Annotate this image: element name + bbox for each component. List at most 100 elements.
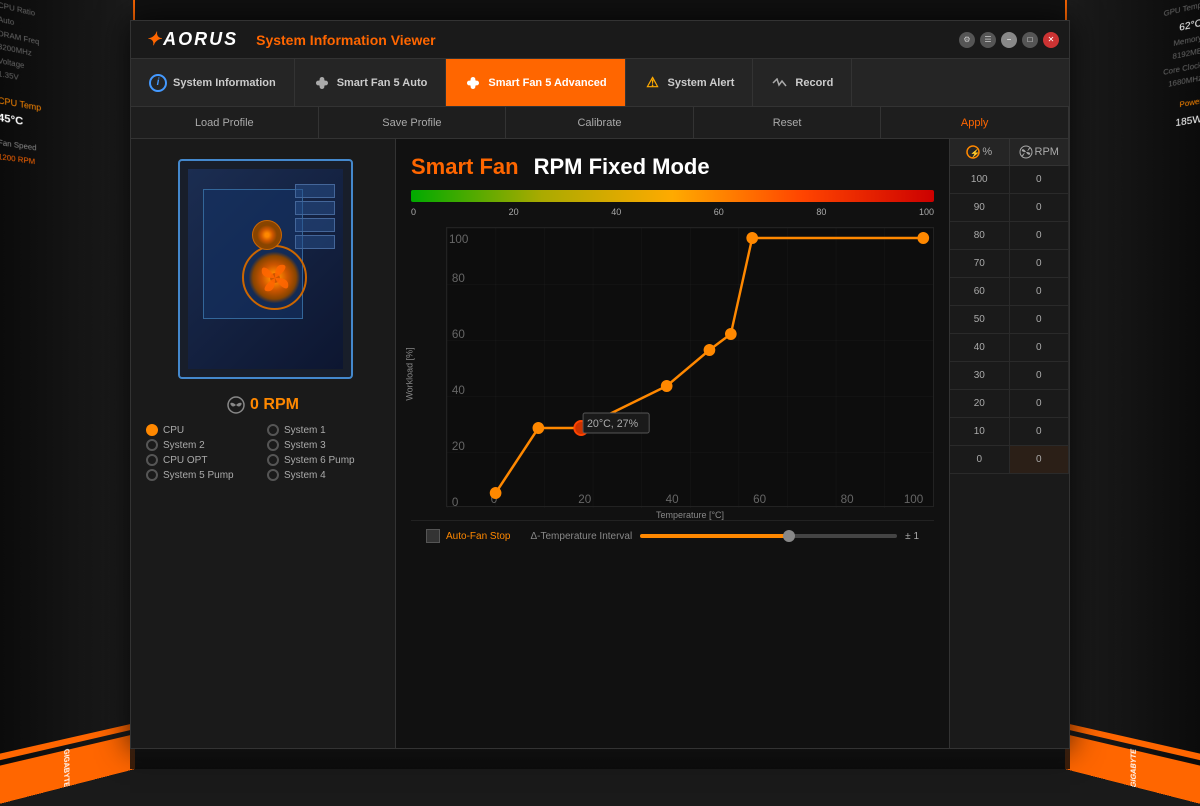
chart-container: 0 20 40 60 80 100 0 20 40 60 80 (446, 227, 934, 507)
drive-bay-3 (295, 218, 335, 232)
rpm-value: 0 RPM (250, 396, 299, 414)
save-profile-btn[interactable]: Save Profile (319, 107, 507, 138)
rpm-cell-rpm-70[interactable]: 0 (1010, 250, 1070, 277)
drive-bay-4 (295, 235, 335, 249)
tab-system-alert[interactable]: ⚠ System Alert (626, 59, 754, 106)
rpm-cell-rpm-30[interactable]: 0 (1010, 362, 1070, 389)
fan-item-cpu[interactable]: CPU (146, 424, 259, 436)
pc-illustration (158, 154, 368, 384)
drive-bay-1 (295, 184, 335, 198)
auto-fan-stop[interactable]: Auto-Fan Stop (426, 529, 510, 543)
svg-text:60: 60 (452, 327, 465, 341)
fan-radio-system1[interactable] (267, 424, 279, 436)
rpm-cell-rpm-100[interactable]: 0 (1010, 166, 1070, 193)
svg-text:20: 20 (578, 492, 591, 506)
rpm-cell-rpm-90[interactable]: 0 (1010, 194, 1070, 221)
fan-radio-system2[interactable] (146, 439, 158, 451)
side-bottom-bar-left: GIGABYTE (0, 734, 133, 805)
side-bottom-bar-right: GIGABYTE (1067, 734, 1200, 805)
fan-item-system1[interactable]: System 1 (267, 424, 380, 436)
svg-text:20°C, 27%: 20°C, 27% (587, 418, 639, 430)
chart-point-1[interactable] (534, 423, 544, 433)
logo-area: ✦AORUS System Information Viewer (146, 29, 436, 50)
main-panel: ✦AORUS System Information Viewer ⚙ ☰ − □… (130, 20, 1070, 749)
side-left-content: ATC CPU RatioAutoDRAM Freq3200MHzVoltage… (0, 0, 133, 193)
sub-toolbar: Load Profile Save Profile Calibrate Rese… (131, 107, 1069, 139)
chart-area: Smart Fan RPM Fixed Mode 020406080100 Wo… (396, 139, 949, 748)
rpm-cell-pct-40: 40 (950, 334, 1010, 361)
drive-bay-2 (295, 201, 335, 215)
app-window: ATC CPU RatioAutoDRAM Freq3200MHzVoltage… (0, 0, 1200, 769)
rpm-cell-pct-50: 50 (950, 306, 1010, 333)
apply-btn[interactable]: Apply (881, 107, 1069, 138)
load-profile-btn[interactable]: Load Profile (131, 107, 319, 138)
svg-text:100: 100 (449, 232, 469, 246)
aorus-logo: ✦AORUS (146, 29, 238, 50)
menu-button[interactable]: ☰ (980, 32, 996, 48)
slider-thumb[interactable] (783, 530, 795, 542)
rpm-cell-pct-0: 0 (950, 446, 1010, 473)
gear-button[interactable]: ⚙ (959, 32, 975, 48)
reset-btn[interactable]: Reset (694, 107, 882, 138)
tab-record[interactable]: Record (753, 59, 852, 106)
nav-tabs: i System Information Smart Fan 5 Auto Sm… (131, 59, 1069, 107)
tab-system-info[interactable]: i System Information (131, 59, 295, 106)
fan-radio-system3[interactable] (267, 439, 279, 451)
tab-smart-fan-advanced[interactable]: Smart Fan 5 Advanced (446, 59, 625, 106)
fan-item-system4[interactable]: System 4 (267, 469, 380, 481)
bottom-shadow (130, 749, 1070, 769)
fan-item-system6pump[interactable]: System 6 Pump (267, 454, 380, 466)
interval-slider[interactable] (640, 534, 897, 538)
chart-point-6[interactable] (747, 233, 757, 243)
maximize-button[interactable]: □ (1022, 32, 1038, 48)
main-fan (242, 245, 307, 310)
fan-radio-cpu[interactable] (146, 424, 158, 436)
rpm-cell-pct-70: 70 (950, 250, 1010, 277)
fan-item-system5pump[interactable]: System 5 Pump (146, 469, 259, 481)
fan-radio-system6pump[interactable] (267, 454, 279, 466)
rpm-cell-pct-90: 90 (950, 194, 1010, 221)
y-axis-label: Workload [%] (405, 347, 415, 400)
fan-item-system3[interactable]: System 3 (267, 439, 380, 451)
temp-gradient-bar: 020406080100 (411, 190, 934, 217)
svg-text:40: 40 (452, 383, 465, 397)
rpm-panel-header: ⚡ % RPM (950, 139, 1069, 166)
minimize-button[interactable]: − (1001, 32, 1017, 48)
rpm-cell-rpm-60[interactable]: 0 (1010, 278, 1070, 305)
left-panel: 0 RPM CPU System 1 System 2 (131, 139, 396, 748)
chart-svg[interactable]: 0 20 40 60 80 100 0 20 40 60 80 (447, 228, 933, 508)
svg-text:0: 0 (452, 495, 459, 508)
calibrate-btn[interactable]: Calibrate (506, 107, 694, 138)
pc-case (178, 159, 353, 379)
lightning-icon: ⚡ (966, 145, 980, 159)
rpm-cell-pct-20: 20 (950, 390, 1010, 417)
rpm-row-50: 50 0 (950, 306, 1069, 334)
auto-fan-stop-checkbox[interactable] (426, 529, 440, 543)
chart-point-5[interactable] (726, 329, 736, 339)
fan-radio-system5pump[interactable] (146, 469, 158, 481)
rpm-cell-pct-60: 60 (950, 278, 1010, 305)
rpm-cell-rpm-80[interactable]: 0 (1010, 222, 1070, 249)
rpm-cell-pct-80: 80 (950, 222, 1010, 249)
fan-advanced-icon (464, 74, 482, 92)
fan-container (242, 245, 307, 310)
chart-point-7[interactable] (918, 233, 928, 243)
rpm-cell-rpm-0[interactable]: 0 (1010, 446, 1070, 473)
rpm-row-90: 90 0 (950, 194, 1069, 222)
rpm-icon (227, 396, 245, 414)
rpm-cell-rpm-50[interactable]: 0 (1010, 306, 1070, 333)
fan-radio-system4[interactable] (267, 469, 279, 481)
close-button[interactable]: ✕ (1043, 32, 1059, 48)
rpm-cell-rpm-10[interactable]: 0 (1010, 418, 1070, 445)
fan-item-system2[interactable]: System 2 (146, 439, 259, 451)
title-bar: ✦AORUS System Information Viewer ⚙ ☰ − □… (131, 21, 1069, 59)
chart-header: Smart Fan RPM Fixed Mode (411, 154, 934, 180)
chart-point-3[interactable] (662, 381, 672, 391)
chart-point-0[interactable] (491, 488, 501, 498)
rpm-cell-rpm-40[interactable]: 0 (1010, 334, 1070, 361)
fan-radio-cpu-opt[interactable] (146, 454, 158, 466)
fan-item-cpu-opt[interactable]: CPU OPT (146, 454, 259, 466)
chart-point-4[interactable] (705, 345, 715, 355)
tab-smart-fan-auto[interactable]: Smart Fan 5 Auto (295, 59, 447, 106)
rpm-cell-rpm-20[interactable]: 0 (1010, 390, 1070, 417)
